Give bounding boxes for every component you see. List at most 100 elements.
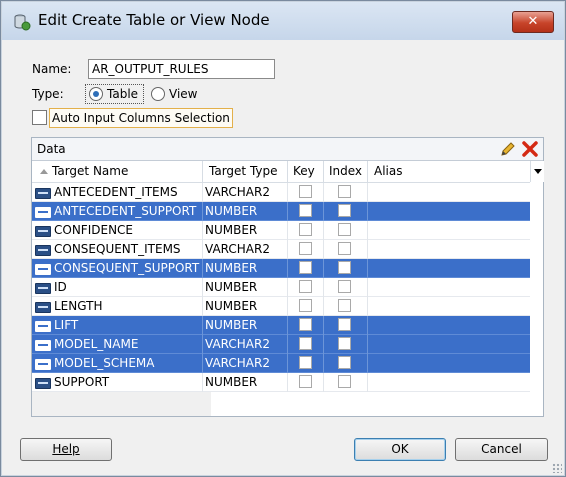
auto-input-label[interactable]: Auto Input Columns Selection bbox=[49, 108, 233, 128]
key-cell bbox=[288, 316, 324, 335]
index-checkbox[interactable] bbox=[338, 261, 351, 274]
target-name-cell[interactable]: CONFIDENCE bbox=[32, 221, 203, 240]
table-row[interactable]: SUPPORT NUMBER bbox=[32, 373, 530, 392]
key-checkbox[interactable] bbox=[299, 337, 312, 350]
target-type-cell[interactable]: NUMBER bbox=[203, 259, 288, 278]
key-checkbox[interactable] bbox=[299, 375, 312, 388]
target-type-cell[interactable]: VARCHAR2 bbox=[203, 354, 288, 373]
table-row[interactable]: CONFIDENCE NUMBER bbox=[32, 221, 530, 240]
ok-button[interactable]: OK bbox=[354, 438, 446, 461]
key-checkbox[interactable] bbox=[299, 242, 312, 255]
table-row[interactable]: MODEL_SCHEMA VARCHAR2 bbox=[32, 354, 530, 373]
key-cell bbox=[288, 354, 324, 373]
target-type-cell[interactable]: NUMBER bbox=[203, 202, 288, 221]
red-x-icon[interactable] bbox=[521, 140, 539, 158]
target-name-cell[interactable]: ID bbox=[32, 278, 203, 297]
alias-cell[interactable] bbox=[368, 354, 530, 373]
table-row[interactable]: CONSEQUENT_SUPPORT NUMBER bbox=[32, 259, 530, 278]
table-row[interactable]: LIFT NUMBER bbox=[32, 316, 530, 335]
alias-cell[interactable] bbox=[368, 278, 530, 297]
key-checkbox[interactable] bbox=[299, 204, 312, 217]
column-menu-dropdown-icon[interactable] bbox=[530, 161, 544, 182]
alias-cell[interactable] bbox=[368, 316, 530, 335]
target-name-cell[interactable]: ANTECEDENT_ITEMS bbox=[32, 183, 203, 202]
target-name-text: ID bbox=[54, 280, 67, 294]
table-row[interactable]: ANTECEDENT_ITEMS VARCHAR2 bbox=[32, 183, 530, 202]
index-checkbox[interactable] bbox=[338, 318, 351, 331]
view-radio-label[interactable]: View bbox=[169, 87, 197, 101]
table-row[interactable]: LENGTH NUMBER bbox=[32, 297, 530, 316]
index-cell bbox=[324, 316, 368, 335]
index-checkbox[interactable] bbox=[338, 356, 351, 369]
alias-cell[interactable] bbox=[368, 373, 530, 392]
target-name-cell[interactable]: LENGTH bbox=[32, 297, 203, 316]
index-checkbox[interactable] bbox=[338, 375, 351, 388]
table-row[interactable]: CONSEQUENT_ITEMS VARCHAR2 bbox=[32, 240, 530, 259]
index-checkbox[interactable] bbox=[338, 185, 351, 198]
column-header-target-type[interactable]: Target Type bbox=[203, 161, 288, 182]
target-name-cell[interactable]: MODEL_SCHEMA bbox=[32, 354, 203, 373]
resize-grip[interactable] bbox=[552, 463, 562, 473]
alias-cell[interactable] bbox=[368, 240, 530, 259]
target-name-text: LENGTH bbox=[54, 299, 103, 313]
column-header-key[interactable]: Key bbox=[288, 161, 324, 182]
grid-header: Target Name Target Type Key Index Alias bbox=[32, 161, 530, 183]
table-row[interactable]: ID NUMBER bbox=[32, 278, 530, 297]
key-checkbox[interactable] bbox=[299, 185, 312, 198]
key-checkbox[interactable] bbox=[299, 223, 312, 236]
auto-input-checkbox[interactable] bbox=[32, 110, 47, 125]
name-input[interactable]: AR_OUTPUT_RULES bbox=[88, 59, 275, 79]
view-radio[interactable] bbox=[151, 87, 165, 101]
key-checkbox[interactable] bbox=[299, 356, 312, 369]
key-cell bbox=[288, 240, 324, 259]
key-cell bbox=[288, 335, 324, 354]
target-type-cell[interactable]: VARCHAR2 bbox=[203, 335, 288, 354]
dialog-window: Edit Create Table or View Node ✕ Name: A… bbox=[0, 0, 566, 477]
target-name-cell[interactable]: MODEL_NAME bbox=[32, 335, 203, 354]
target-type-cell[interactable]: NUMBER bbox=[203, 221, 288, 240]
title-bar[interactable]: Edit Create Table or View Node ✕ bbox=[2, 2, 564, 40]
target-name-cell[interactable]: CONSEQUENT_SUPPORT bbox=[32, 259, 203, 278]
index-checkbox[interactable] bbox=[338, 223, 351, 236]
key-checkbox[interactable] bbox=[299, 280, 312, 293]
target-type-cell[interactable]: VARCHAR2 bbox=[203, 183, 288, 202]
index-checkbox[interactable] bbox=[338, 337, 351, 350]
target-type-cell[interactable]: VARCHAR2 bbox=[203, 240, 288, 259]
alias-cell[interactable] bbox=[368, 221, 530, 240]
table-radio-label[interactable]: Table bbox=[107, 87, 138, 101]
target-name-cell[interactable]: CONSEQUENT_ITEMS bbox=[32, 240, 203, 259]
help-button[interactable]: Help bbox=[20, 438, 112, 461]
target-name-cell[interactable]: ANTECEDENT_SUPPORT bbox=[32, 202, 203, 221]
table-radio[interactable] bbox=[89, 87, 103, 101]
close-button[interactable]: ✕ bbox=[512, 11, 554, 33]
pencil-icon[interactable] bbox=[499, 140, 517, 158]
key-checkbox[interactable] bbox=[299, 261, 312, 274]
index-checkbox[interactable] bbox=[338, 204, 351, 217]
target-name-cell[interactable]: LIFT bbox=[32, 316, 203, 335]
cancel-button[interactable]: Cancel bbox=[455, 438, 548, 461]
table-row[interactable]: ANTECEDENT_SUPPORT NUMBER bbox=[32, 202, 530, 221]
key-checkbox[interactable] bbox=[299, 299, 312, 312]
column-header-alias[interactable]: Alias bbox=[368, 161, 530, 182]
index-checkbox[interactable] bbox=[338, 299, 351, 312]
index-checkbox[interactable] bbox=[338, 242, 351, 255]
index-cell bbox=[324, 259, 368, 278]
alias-cell[interactable] bbox=[368, 183, 530, 202]
target-type-cell[interactable]: NUMBER bbox=[203, 316, 288, 335]
target-type-cell[interactable]: NUMBER bbox=[203, 278, 288, 297]
column-type-icon bbox=[35, 340, 51, 351]
key-checkbox[interactable] bbox=[299, 318, 312, 331]
alias-cell[interactable] bbox=[368, 297, 530, 316]
table-row[interactable]: MODEL_NAME VARCHAR2 bbox=[32, 335, 530, 354]
target-name-text: LIFT bbox=[54, 318, 79, 332]
column-header-target-name[interactable]: Target Name bbox=[32, 161, 203, 182]
alias-cell[interactable] bbox=[368, 202, 530, 221]
column-type-icon bbox=[35, 207, 51, 218]
column-header-index[interactable]: Index bbox=[324, 161, 368, 182]
target-name-cell[interactable]: SUPPORT bbox=[32, 373, 203, 392]
index-checkbox[interactable] bbox=[338, 280, 351, 293]
alias-cell[interactable] bbox=[368, 335, 530, 354]
alias-cell[interactable] bbox=[368, 259, 530, 278]
target-type-cell[interactable]: NUMBER bbox=[203, 373, 288, 392]
target-type-cell[interactable]: NUMBER bbox=[203, 297, 288, 316]
